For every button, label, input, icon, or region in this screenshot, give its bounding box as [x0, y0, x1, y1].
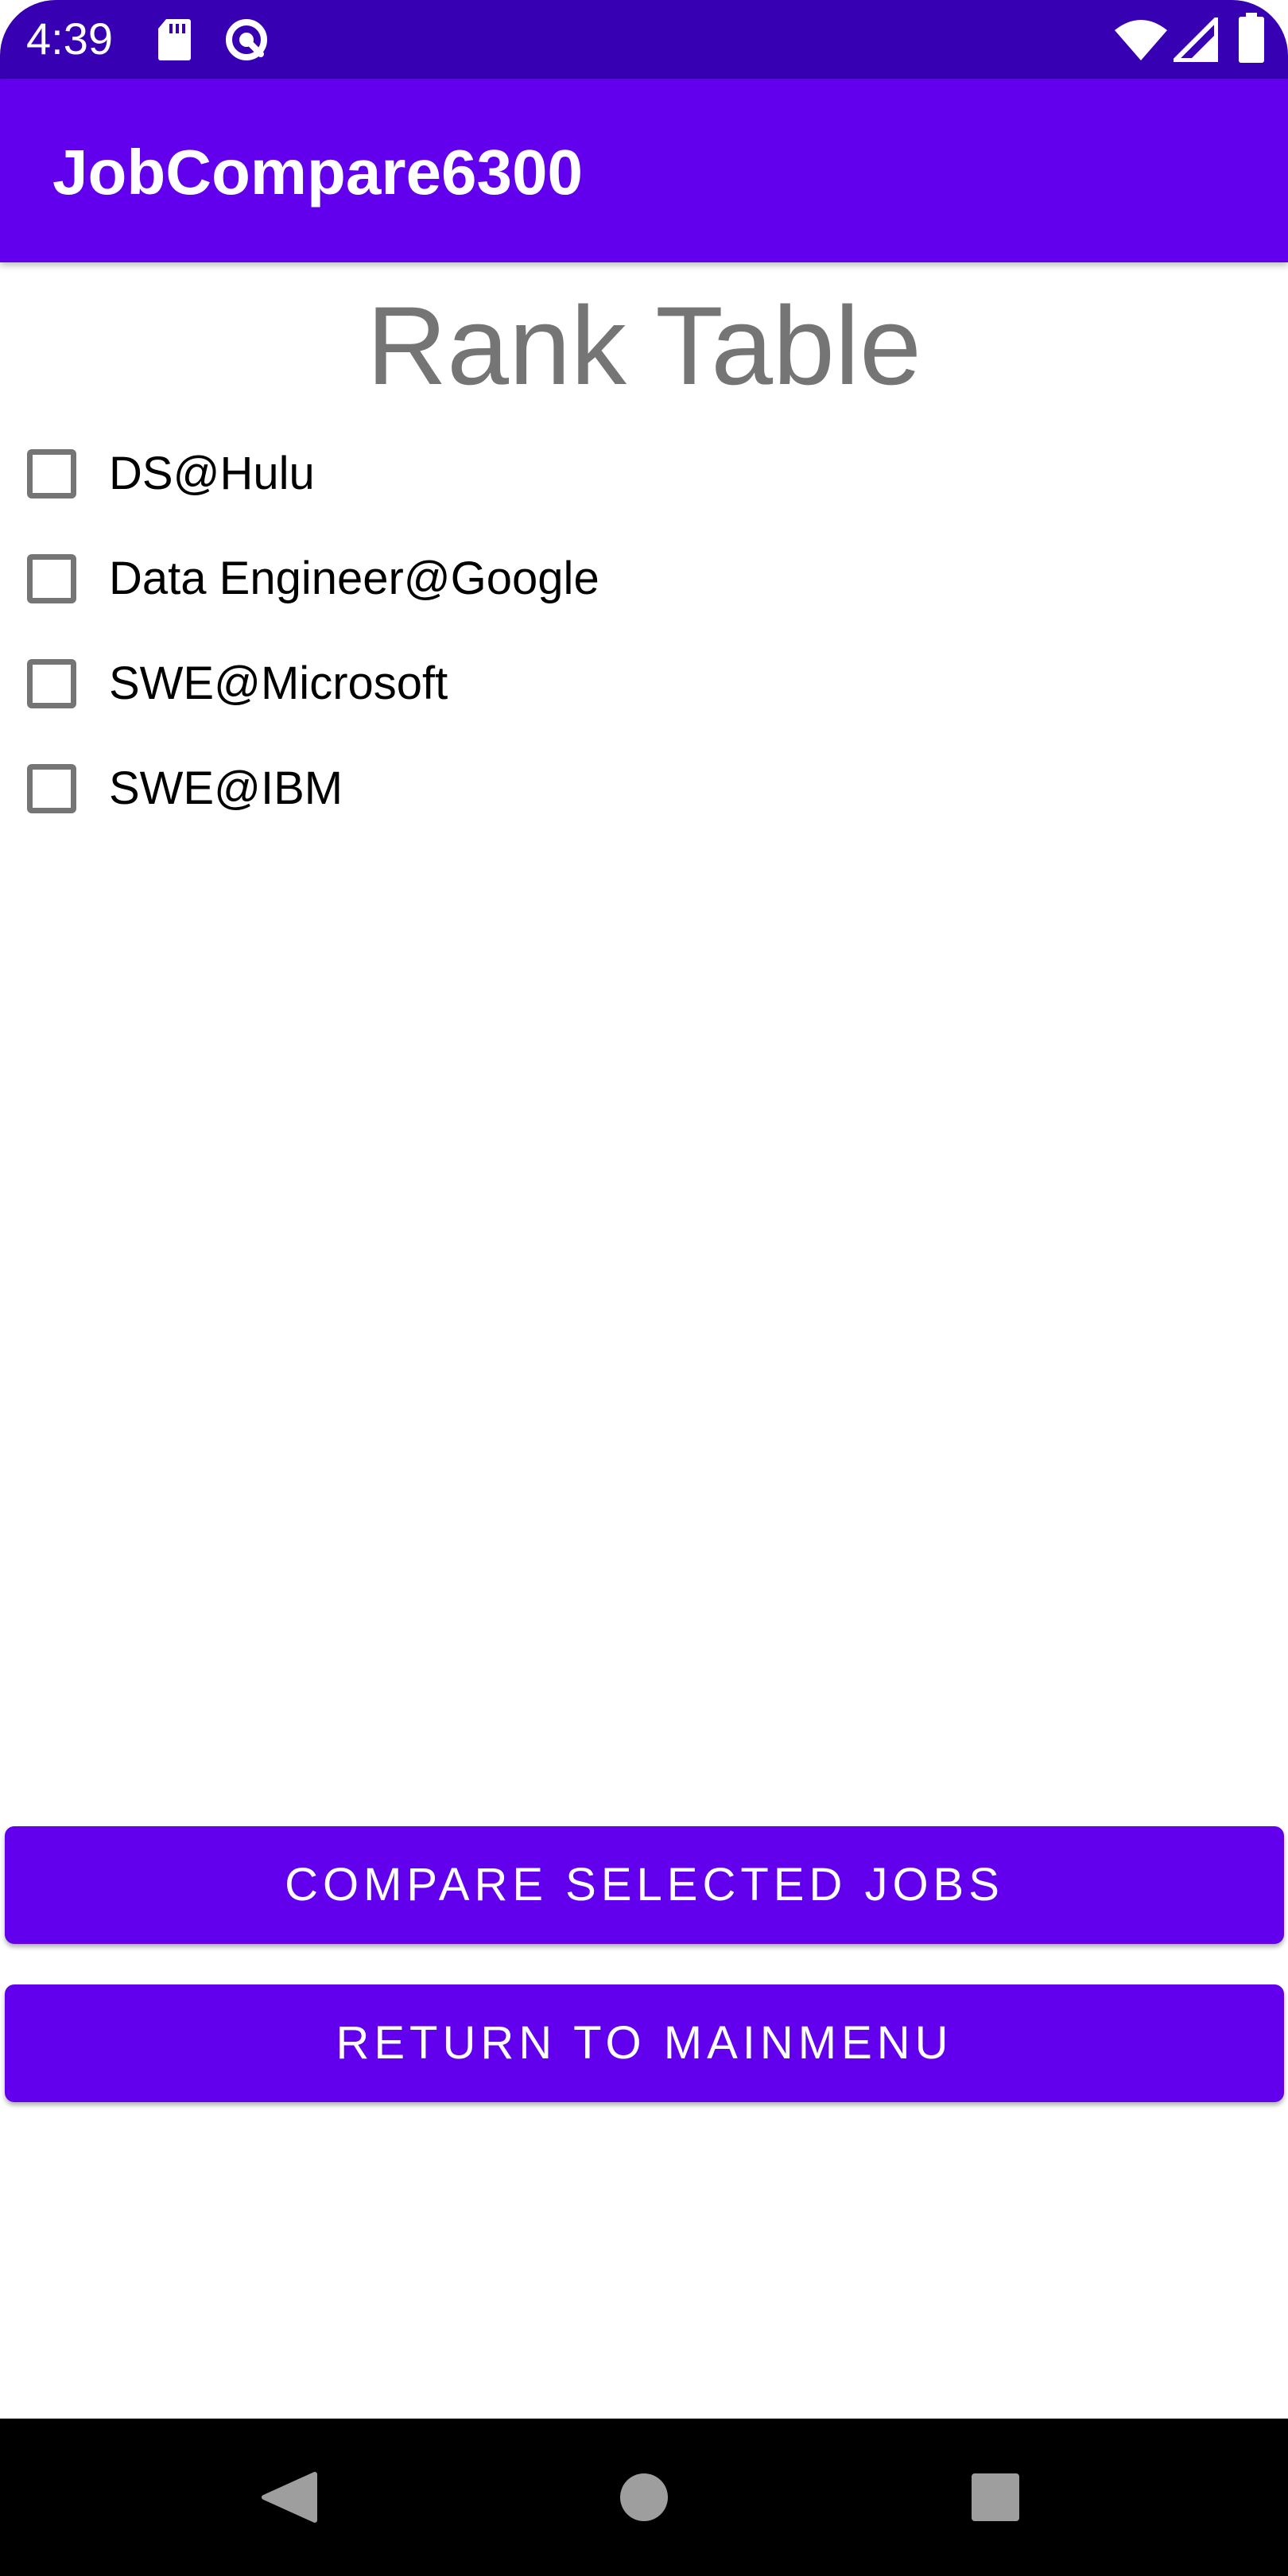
- sd-card-icon: [158, 19, 191, 60]
- job-label[interactable]: DS@Hulu: [109, 446, 315, 502]
- home-button[interactable]: [564, 2419, 724, 2576]
- wifi-icon: [1115, 20, 1167, 60]
- sync-icon: [226, 19, 267, 60]
- app-title: JobCompare6300: [52, 137, 583, 208]
- back-button[interactable]: [211, 2419, 370, 2576]
- screen: 4:39 JobCompare6300 Rank Table DS@Hulu D…: [0, 0, 1288, 2576]
- compare-selected-jobs-button[interactable]: COMPARE SELECTED JOBS: [5, 1826, 1284, 1944]
- job-checkbox[interactable]: [27, 764, 76, 813]
- job-item[interactable]: DS@Hulu: [0, 421, 1288, 526]
- job-label[interactable]: SWE@Microsoft: [109, 656, 448, 712]
- job-item[interactable]: SWE@Microsoft: [0, 631, 1288, 736]
- job-label[interactable]: SWE@IBM: [109, 761, 343, 817]
- recents-button[interactable]: [916, 2419, 1075, 2576]
- job-label[interactable]: Data Engineer@Google: [109, 551, 599, 607]
- job-item[interactable]: Data Engineer@Google: [0, 526, 1288, 631]
- page-title: Rank Table: [367, 283, 921, 408]
- status-bar: 4:39: [0, 0, 1288, 79]
- job-checkbox[interactable]: [27, 554, 76, 603]
- app-bar: JobCompare6300: [0, 79, 1288, 262]
- signal-icon: [1174, 17, 1218, 62]
- job-list: DS@Hulu Data Engineer@Google SWE@Microso…: [0, 421, 1288, 841]
- home-icon: [620, 2473, 668, 2521]
- return-to-mainmenu-button[interactable]: RETURN TO MAINMENU: [5, 1984, 1284, 2102]
- battery-icon: [1239, 13, 1264, 63]
- back-icon: [262, 2472, 317, 2523]
- status-time: 4:39: [26, 14, 113, 64]
- job-item[interactable]: SWE@IBM: [0, 736, 1288, 841]
- job-checkbox[interactable]: [27, 449, 76, 499]
- nav-bar: [0, 2419, 1288, 2576]
- job-checkbox[interactable]: [27, 659, 76, 708]
- recents-icon: [972, 2473, 1019, 2521]
